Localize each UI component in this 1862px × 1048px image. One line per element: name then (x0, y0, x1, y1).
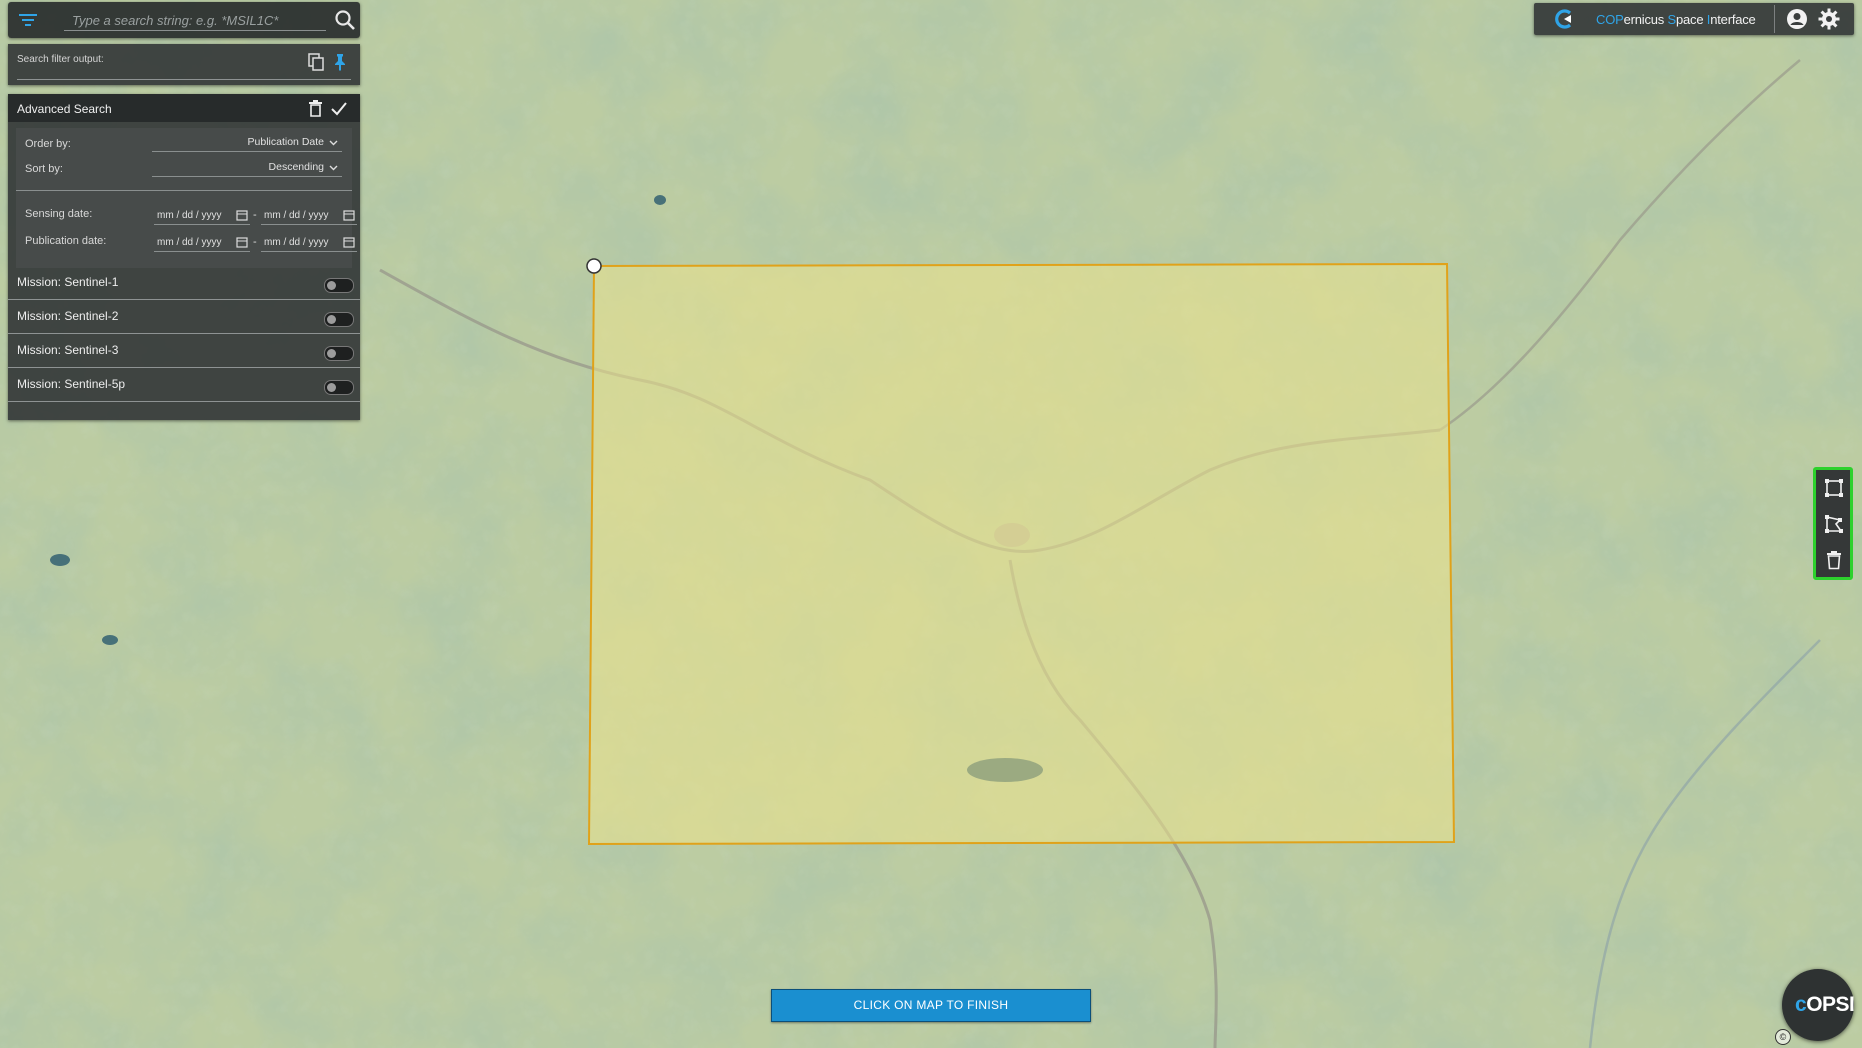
filter-icon[interactable] (17, 10, 39, 30)
apply-check-icon[interactable] (330, 100, 347, 117)
mission-sentinel-3[interactable]: Mission: Sentinel-3 (8, 334, 360, 368)
search-bar (8, 2, 360, 38)
divider (16, 190, 352, 191)
lake (102, 635, 118, 645)
search-options: Order by: Publication Date Sort by: Desc… (16, 128, 357, 268)
calendar-icon (343, 210, 355, 221)
mission-label: Mission: Sentinel-3 (17, 343, 119, 357)
mission-toggle[interactable] (324, 346, 354, 361)
order-by-select[interactable]: Publication Date (152, 136, 342, 152)
pin-icon[interactable] (332, 53, 348, 71)
sort-by-select[interactable]: Descending (152, 161, 342, 177)
filter-output-label: Search filter output: (17, 54, 104, 65)
user-account-icon[interactable] (1786, 8, 1808, 30)
gear-icon[interactable] (1818, 8, 1840, 30)
publication-date-to[interactable]: mm / dd / yyyy (261, 235, 357, 252)
app-header: COPernicus Space Interface (1534, 3, 1854, 35)
mission-toggle[interactable] (324, 278, 354, 293)
order-by-value: Publication Date (247, 136, 324, 148)
filter-output-field[interactable] (17, 79, 351, 80)
order-by-label: Order by: (25, 138, 71, 150)
clear-trash-icon[interactable] (308, 100, 323, 117)
rectangle-draw-icon[interactable] (1824, 478, 1844, 498)
mission-sentinel-1[interactable]: Mission: Sentinel-1 (8, 266, 360, 300)
lake (50, 554, 70, 566)
selected-area (587, 262, 1456, 846)
sensing-date-label: Sensing date: (25, 208, 93, 220)
mission-label: Mission: Sentinel-2 (17, 309, 119, 323)
search-filter-output-panel: Search filter output: (8, 44, 360, 85)
mission-sentinel-5p[interactable]: Mission: Sentinel-5p (8, 368, 360, 402)
calendar-icon (343, 237, 355, 248)
click-on-map-to-finish-button[interactable]: CLICK ON MAP TO FINISH (771, 989, 1091, 1022)
sensing-date-from[interactable]: mm / dd / yyyy (154, 208, 250, 225)
sort-by-value: Descending (268, 161, 324, 173)
mission-toggle[interactable] (324, 380, 354, 395)
search-icon[interactable] (334, 9, 356, 31)
chevron-down-icon (329, 140, 338, 146)
cospi-logo[interactable]: cOPSI (1782, 969, 1855, 1041)
polygon-draw-icon[interactable] (1824, 514, 1844, 534)
trash-icon[interactable] (1824, 550, 1844, 570)
search-input[interactable] (64, 10, 326, 31)
publication-date-from[interactable]: mm / dd / yyyy (154, 235, 250, 252)
app-logo-icon (1555, 9, 1572, 29)
advanced-search-title: Advanced Search (17, 102, 112, 116)
advanced-search-header: Advanced Search (8, 94, 360, 122)
copyright-icon[interactable]: © (1775, 1029, 1791, 1045)
divider (1774, 5, 1775, 33)
mission-label: Mission: Sentinel-1 (17, 275, 119, 289)
calendar-icon (236, 210, 248, 221)
cospi-logo-text: cOPSI (1795, 993, 1855, 1016)
lake (654, 195, 666, 205)
draw-toolbar (1813, 467, 1853, 580)
app-title: COPernicus Space Interface (1596, 12, 1756, 27)
advanced-search-panel: Advanced Search Order by: Publication Da… (8, 94, 360, 420)
mission-sentinel-2[interactable]: Mission: Sentinel-2 (8, 300, 360, 334)
draw-vertex-handle (586, 258, 602, 274)
calendar-icon (236, 237, 248, 248)
copy-icon[interactable] (308, 53, 324, 71)
publication-date-label: Publication date: (25, 235, 107, 247)
chevron-down-icon (329, 165, 338, 171)
mission-toggle[interactable] (324, 312, 354, 327)
sort-by-label: Sort by: (25, 163, 63, 175)
sensing-date-to[interactable]: mm / dd / yyyy (261, 208, 357, 225)
mission-label: Mission: Sentinel-5p (17, 377, 126, 391)
